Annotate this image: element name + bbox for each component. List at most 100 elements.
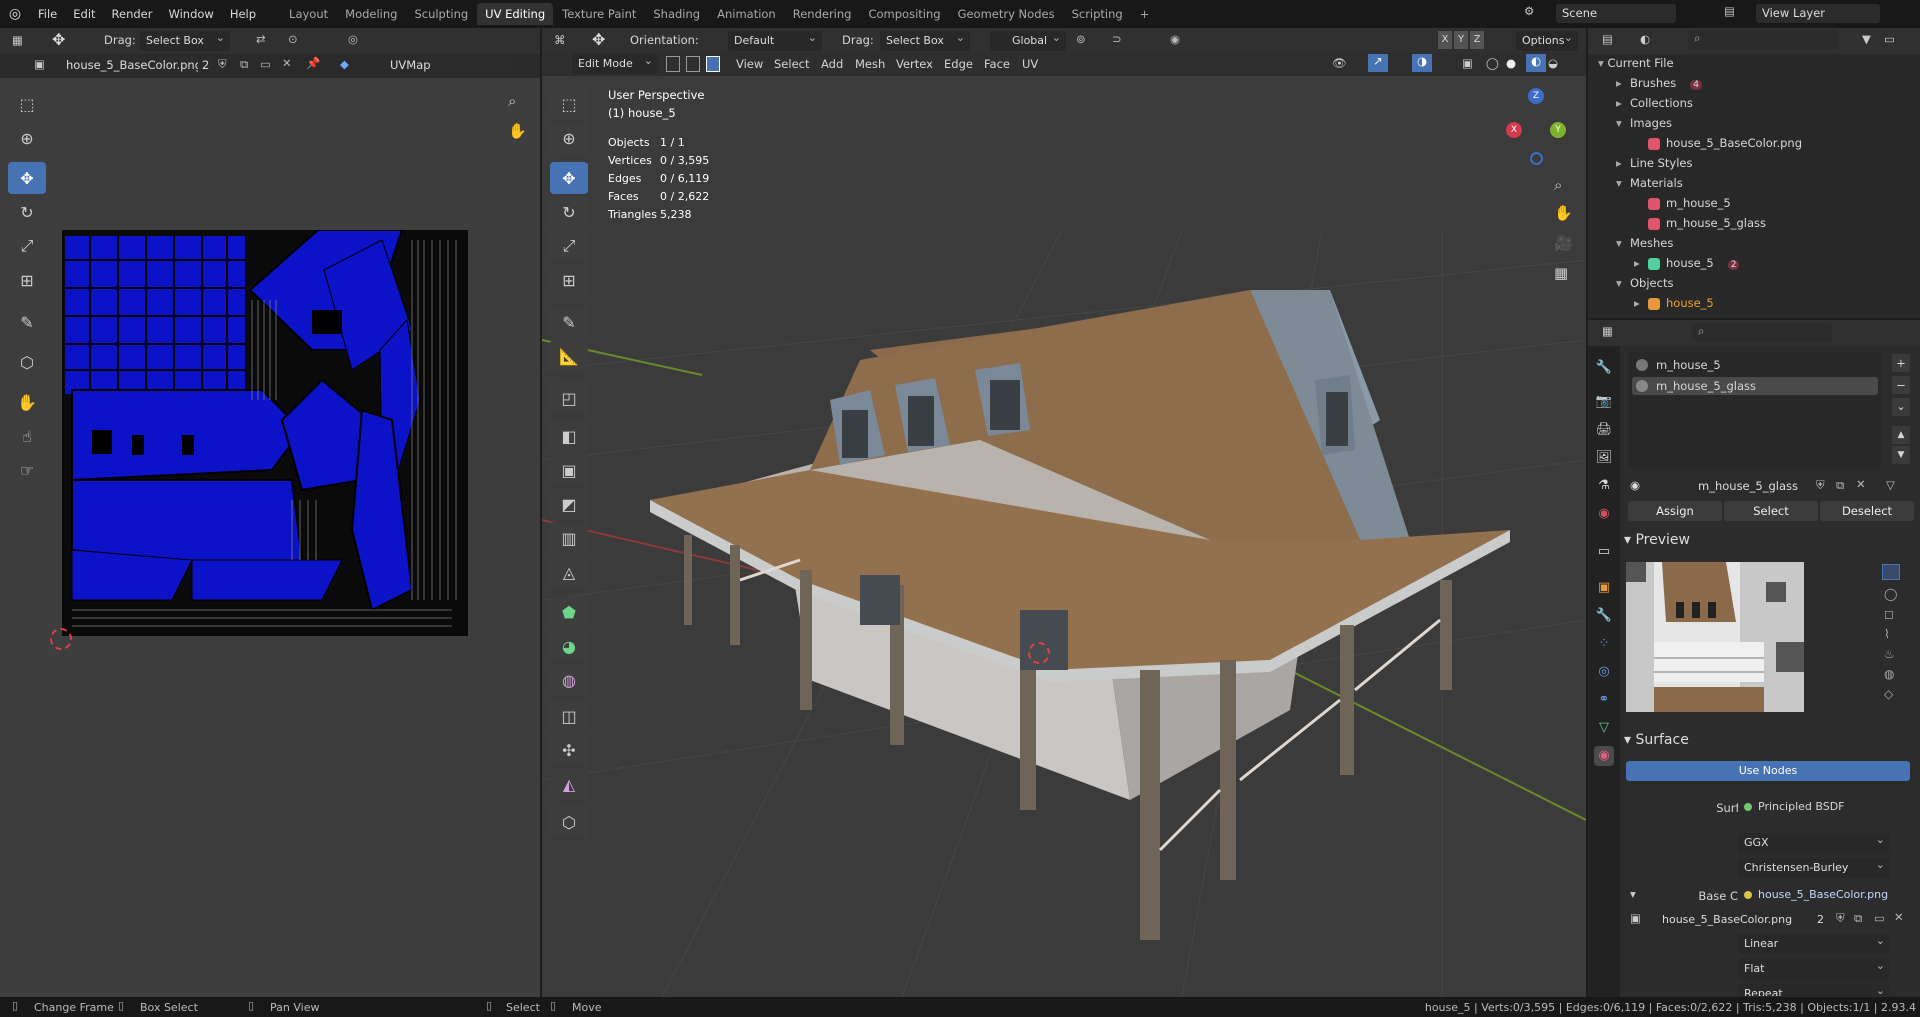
orientation-dropdown[interactable]: Default [728,28,822,51]
constraints-props-icon[interactable]: ⚭ [1594,690,1614,710]
tex-unlink-icon[interactable]: ✕ [1894,910,1904,924]
gizmo-y-axis-icon[interactable]: Y [1550,122,1566,138]
face-select-icon[interactable] [706,56,720,72]
expand-arrow-icon[interactable]: ▸ [1634,293,1648,313]
expand-arrow-icon[interactable]: ▸ [1634,253,1648,273]
extrude-tool[interactable]: ◧ [550,420,588,452]
viewport-pan-icon[interactable]: ✋ [1554,204,1573,222]
viewport-editor-type-icon[interactable]: ⌘ [554,33,566,47]
uv-transform-tool[interactable]: ⊞ [8,264,46,296]
move-tool[interactable]: ✥ [550,162,588,194]
view-layer-icon[interactable]: ▤ [1724,4,1735,18]
viewport-move-tool-icon[interactable]: ✥ [592,30,605,49]
camera-view-icon[interactable]: 🎥 [1554,234,1573,252]
view-layer-props-icon[interactable]: 🖼 [1594,448,1614,468]
preview-panel-header[interactable]: ▾ Preview [1624,532,1690,548]
ortho-toggle-icon[interactable]: ▦ [1554,264,1568,282]
tool-props-icon[interactable]: 🔧 [1594,358,1614,378]
preview-sphere-icon[interactable] [1882,564,1900,580]
menu-edit[interactable]: Edit [65,0,103,28]
expand-arrow-icon[interactable]: ▸ [1616,93,1630,113]
new-collection-icon[interactable]: ▭ [1884,32,1895,46]
outliner-editor-icon[interactable]: ▤ [1602,32,1613,46]
menu-help[interactable]: Help [222,0,264,28]
uv-grab-tool[interactable]: ✋ [8,386,46,418]
uv-2d-cursor-icon[interactable] [50,628,72,650]
outliner-row[interactable]: ▾ Objects [1616,273,1673,293]
outliner-row[interactable]: ▸ house_5 [1634,293,1714,313]
render-props-icon[interactable]: 📷 [1594,392,1614,412]
outliner-row[interactable]: ▾ Meshes [1616,233,1673,253]
edge-slide-tool[interactable]: ◫ [550,700,588,732]
menu-file[interactable]: File [30,0,65,28]
3d-cursor-icon[interactable] [1028,642,1050,664]
uv-proportional-icon[interactable]: ◎ [348,32,358,46]
pin-icon[interactable]: 📌 [306,56,320,70]
material-slot-0[interactable]: m_house_5 [1632,356,1878,374]
gizmo-x-axis-icon[interactable]: X [1506,122,1522,138]
uv-cursor-tool[interactable]: ⊕ [8,122,46,154]
spin-tool[interactable]: ◕ [550,630,588,662]
view-layer-field[interactable]: View Layer [1756,4,1880,23]
poly-build-tool[interactable]: ⬟ [550,596,588,628]
uv-texture-image[interactable] [62,230,468,636]
uv-select-box-tool[interactable]: ⬚ [8,88,46,120]
tab-rendering[interactable]: Rendering [785,3,860,25]
menu-mesh[interactable]: Mesh [855,57,885,71]
modifier-props-icon[interactable]: 🔧 [1594,606,1614,626]
expand-arrow-icon[interactable]: ▾ [1616,173,1630,193]
uvmap-field[interactable]: UVMap [384,56,516,75]
image-name-field[interactable]: house_5_BaseColor.png [60,56,202,75]
mode-dropdown[interactable]: Edit Mode [572,51,658,74]
assign-button[interactable]: Assign [1628,501,1722,521]
tex-duplicate-icon[interactable]: ⧉ [1854,911,1862,926]
expand-arrow-icon[interactable]: ▸ [1616,73,1630,93]
material-props-icon[interactable]: ◉ [1594,746,1614,766]
blender-logo-icon[interactable]: ◎ [0,6,30,22]
image-users-count[interactable]: 2 [198,56,214,75]
menu-render[interactable]: Render [104,0,161,28]
uvmap-icon[interactable]: ◆ [340,57,349,71]
material-duplicate-icon[interactable]: ⧉ [1836,478,1844,493]
expand-arrow-icon[interactable]: ▾ [1616,233,1630,253]
physics-props-icon[interactable]: ◎ [1594,662,1614,682]
projection-dropdown[interactable]: Flat [1738,956,1890,979]
menu-vertex[interactable]: Vertex [896,57,933,71]
duplicate-image-icon[interactable]: ⧉ [240,57,248,72]
menu-uv[interactable]: UV [1022,57,1038,71]
remove-slot-button[interactable]: − [1892,376,1910,394]
tex-image-name-field[interactable]: house_5_BaseColor.png [1656,910,1816,929]
extension-dropdown[interactable]: Repeat [1738,984,1890,996]
tab-sculpting[interactable]: Sculpting [406,3,476,25]
outliner-row[interactable]: ▸ house_5 2 [1634,253,1740,273]
shrink-fatten-tool[interactable]: ✣ [550,734,588,766]
uv-relax-tool[interactable]: ☝ [8,420,46,452]
properties-editor-icon[interactable]: ▦ [1602,324,1613,338]
tab-uv-editing[interactable]: UV Editing [477,3,554,25]
gizmo-z-axis-icon[interactable]: Z [1528,88,1544,104]
output-props-icon[interactable]: 🖨 [1594,420,1614,440]
snap-icon[interactable]: ⊃ [1112,32,1122,46]
outliner-row[interactable]: ▸ Line Styles [1616,153,1693,173]
annotate-tool[interactable]: ✎ [550,306,588,338]
tex-fake-user-icon[interactable]: ⛨ [1836,911,1845,926]
menu-view[interactable]: View [736,57,763,71]
add-workspace-icon[interactable]: + [1132,3,1158,25]
tab-layout[interactable]: Layout [281,3,336,25]
outliner-search-input[interactable] [1688,30,1838,49]
outliner-row[interactable]: ▾ Images [1616,113,1672,133]
open-image-icon[interactable]: ▭ [260,57,271,71]
move-slot-up-button[interactable]: ▲ [1892,426,1910,444]
wireframe-shading-icon[interactable]: ◯ [1486,56,1499,70]
material-name-field[interactable]: m_house_5_glass [1692,477,1810,496]
transform-orientation-dropdown[interactable]: Global [990,28,1066,51]
base-color-field[interactable]: house_5_BaseColor.png [1738,885,1892,905]
edge-select-icon[interactable] [686,56,700,72]
add-slot-button[interactable]: + [1892,354,1910,372]
uv-scale-tool[interactable]: ⤢ [8,230,46,262]
collection-props-icon[interactable]: ▭ [1594,542,1614,562]
rotate-tool[interactable]: ↻ [550,196,588,228]
mirror-z-toggle[interactable]: Z [1470,31,1484,49]
proportional-editing-icon[interactable]: ◉ [1170,32,1180,46]
uv-annotate-tool[interactable]: ✎ [8,306,46,338]
